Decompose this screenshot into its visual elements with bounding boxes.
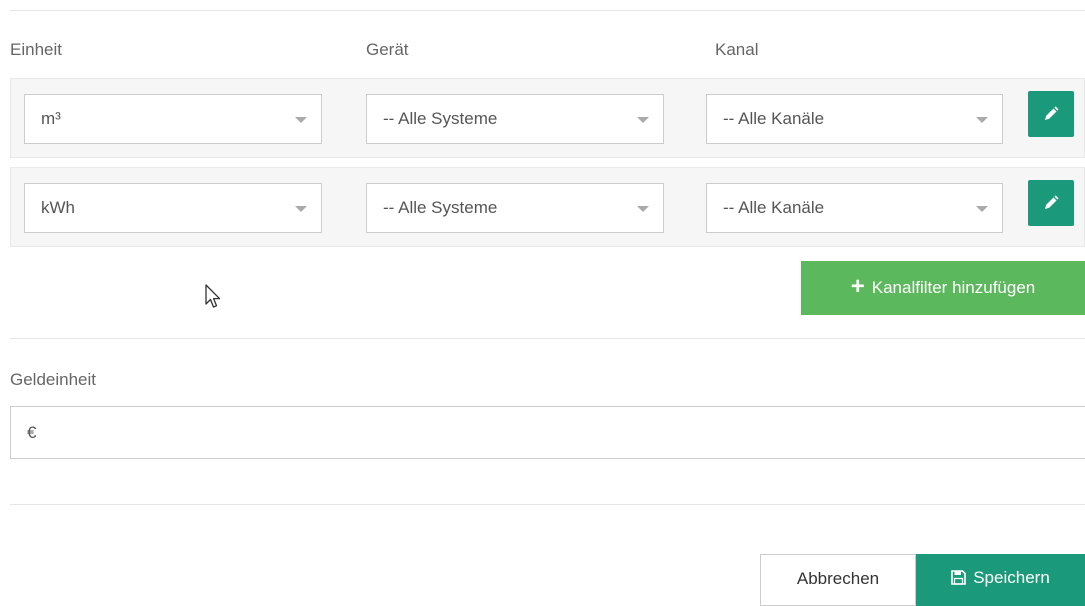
column-header-device: Gerät bbox=[366, 40, 409, 59]
caret-down-icon bbox=[976, 206, 988, 212]
pencil-icon bbox=[1045, 195, 1059, 209]
pencil-icon bbox=[1045, 106, 1059, 120]
caret-down-icon bbox=[295, 117, 307, 123]
section-divider bbox=[10, 338, 1085, 339]
unit-select[interactable]: m³ bbox=[24, 94, 322, 144]
cancel-button[interactable]: Abbrechen bbox=[760, 554, 916, 606]
channel-select[interactable]: -- Alle Kanäle bbox=[706, 94, 1003, 144]
unit-select-value: kWh bbox=[41, 198, 75, 217]
channel-select[interactable]: -- Alle Kanäle bbox=[706, 183, 1003, 233]
caret-down-icon bbox=[295, 206, 307, 212]
save-button-label: Speichern bbox=[973, 568, 1050, 587]
plus-icon: + bbox=[850, 272, 865, 300]
top-divider bbox=[10, 10, 1085, 11]
caret-down-icon bbox=[637, 206, 649, 212]
unit-select-value: m³ bbox=[41, 109, 61, 128]
add-channel-filter-label: Kanalfilter hinzufügen bbox=[871, 278, 1036, 297]
save-button[interactable]: Speichern bbox=[916, 554, 1085, 606]
currency-value: € bbox=[27, 423, 37, 442]
channel-filter-row: kWh -- Alle Systeme -- Alle Kanäle bbox=[10, 167, 1085, 247]
caret-down-icon bbox=[976, 117, 988, 123]
device-select-value: -- Alle Systeme bbox=[383, 109, 498, 128]
channel-select-value: -- Alle Kanäle bbox=[723, 198, 825, 217]
caret-down-icon bbox=[637, 117, 649, 123]
currency-label: Geldeinheit bbox=[10, 370, 97, 389]
column-header-channel: Kanal bbox=[715, 40, 759, 59]
floppy-disk-icon bbox=[951, 570, 967, 585]
edit-filter-button[interactable] bbox=[1028, 180, 1074, 226]
device-select[interactable]: -- Alle Systeme bbox=[366, 183, 664, 233]
unit-select[interactable]: kWh bbox=[24, 183, 322, 233]
device-select[interactable]: -- Alle Systeme bbox=[366, 94, 664, 144]
footer-divider bbox=[10, 504, 1085, 505]
channel-filter-row: m³ -- Alle Systeme -- Alle Kanäle bbox=[10, 78, 1085, 158]
add-channel-filter-button[interactable]: + Kanalfilter hinzufügen bbox=[801, 261, 1085, 315]
channel-select-value: -- Alle Kanäle bbox=[723, 109, 825, 128]
device-select-value: -- Alle Systeme bbox=[383, 198, 498, 217]
edit-filter-button[interactable] bbox=[1028, 91, 1074, 137]
currency-input[interactable]: € bbox=[10, 406, 1085, 459]
column-header-unit: Einheit bbox=[10, 40, 62, 59]
mouse-cursor-icon bbox=[205, 284, 221, 308]
